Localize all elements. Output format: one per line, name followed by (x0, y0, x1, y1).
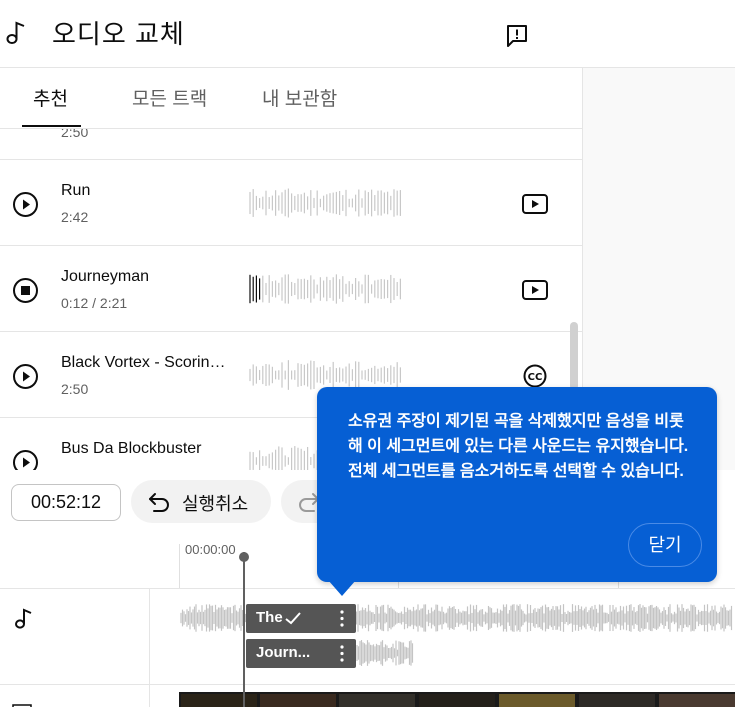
page-title: 오디오 교체 (52, 19, 185, 49)
timecode-field[interactable]: 00:52:12 (11, 484, 121, 521)
video-thumbnail (579, 694, 655, 707)
play-icon[interactable] (12, 363, 39, 390)
tab-all-tracks[interactable]: 모든 트랙 (132, 84, 207, 111)
video-track-icon (12, 704, 32, 707)
list-item[interactable]: Journeyman 0:12 / 2:21 (0, 246, 582, 332)
waveform (249, 274, 401, 304)
audio-clip[interactable]: Journ... (246, 639, 356, 668)
video-thumbnail (339, 694, 415, 707)
youtube-icon[interactable] (521, 192, 549, 216)
video-thumbnail (260, 694, 336, 707)
ruler-tick (179, 544, 180, 588)
track-title: Journeyman (61, 268, 150, 285)
playhead[interactable] (243, 552, 245, 707)
list-scrollbar[interactable] (570, 322, 578, 390)
video-thumbnail (181, 694, 257, 707)
divider (149, 588, 150, 707)
clip-label: Journ... (256, 644, 311, 661)
creative-commons-icon[interactable]: CC (521, 364, 549, 388)
check-icon (285, 612, 301, 625)
audio-clip[interactable]: The (246, 604, 356, 633)
waveform (249, 188, 401, 218)
tab-my-library[interactable]: 내 보관함 (262, 84, 337, 111)
track-title: Black Vortex - Scoring Action (61, 354, 226, 371)
header: 오디오 교체 (0, 0, 735, 68)
tooltip-message: 소유권 주장이 제기된 곡을 삭제했지만 음성을 비롯해 이 세그먼트에 있는 … (348, 413, 689, 480)
svg-text:CC: CC (528, 372, 543, 383)
music-note-icon (15, 608, 32, 629)
tab-recommended[interactable]: 추천 (33, 84, 68, 111)
play-icon[interactable] (12, 191, 39, 218)
video-thumbnail (659, 694, 735, 707)
divider (0, 588, 735, 589)
video-thumbnail (499, 694, 575, 707)
close-button[interactable]: 닫기 (628, 523, 702, 567)
playhead-handle[interactable] (239, 552, 249, 562)
track-title: Run (61, 182, 91, 199)
clip-waveform (356, 640, 414, 666)
active-tab-indicator (22, 125, 81, 127)
stop-icon[interactable] (12, 277, 39, 304)
list-item[interactable]: 2:50 (0, 129, 582, 160)
music-note-icon (6, 21, 25, 44)
more-vert-icon[interactable] (340, 645, 344, 662)
tab-bar: 추천 모든 트랙 내 보관함 (0, 68, 582, 129)
list-item[interactable]: Run 2:42 (0, 160, 582, 246)
youtube-icon[interactable] (521, 278, 549, 302)
track-duration: 2:50 (61, 129, 89, 140)
undo-icon (149, 493, 169, 512)
track-duration: 2:42 (61, 209, 89, 225)
undo-label: 실행취소 (182, 494, 249, 514)
track-duration: 0:12 / 2:21 (61, 295, 128, 311)
video-filmstrip[interactable] (179, 692, 735, 707)
track-duration: 2:50 (61, 381, 89, 397)
divider (0, 684, 735, 685)
info-tooltip: 소유권 주장이 제기된 곡을 삭제했지만 음성을 비롯해 이 세그먼트에 있는 … (317, 387, 717, 582)
track-title: Bus Da Blockbuster (61, 440, 202, 457)
tooltip-arrow (328, 580, 356, 596)
ruler-timestamp: 00:00:00 (185, 542, 236, 557)
feedback-icon[interactable] (505, 23, 529, 49)
undo-button[interactable]: 실행취소 (131, 480, 271, 523)
more-vert-icon[interactable] (340, 610, 344, 627)
clip-label: The (256, 609, 283, 626)
video-thumbnail (419, 694, 495, 707)
play-icon[interactable] (12, 449, 39, 470)
